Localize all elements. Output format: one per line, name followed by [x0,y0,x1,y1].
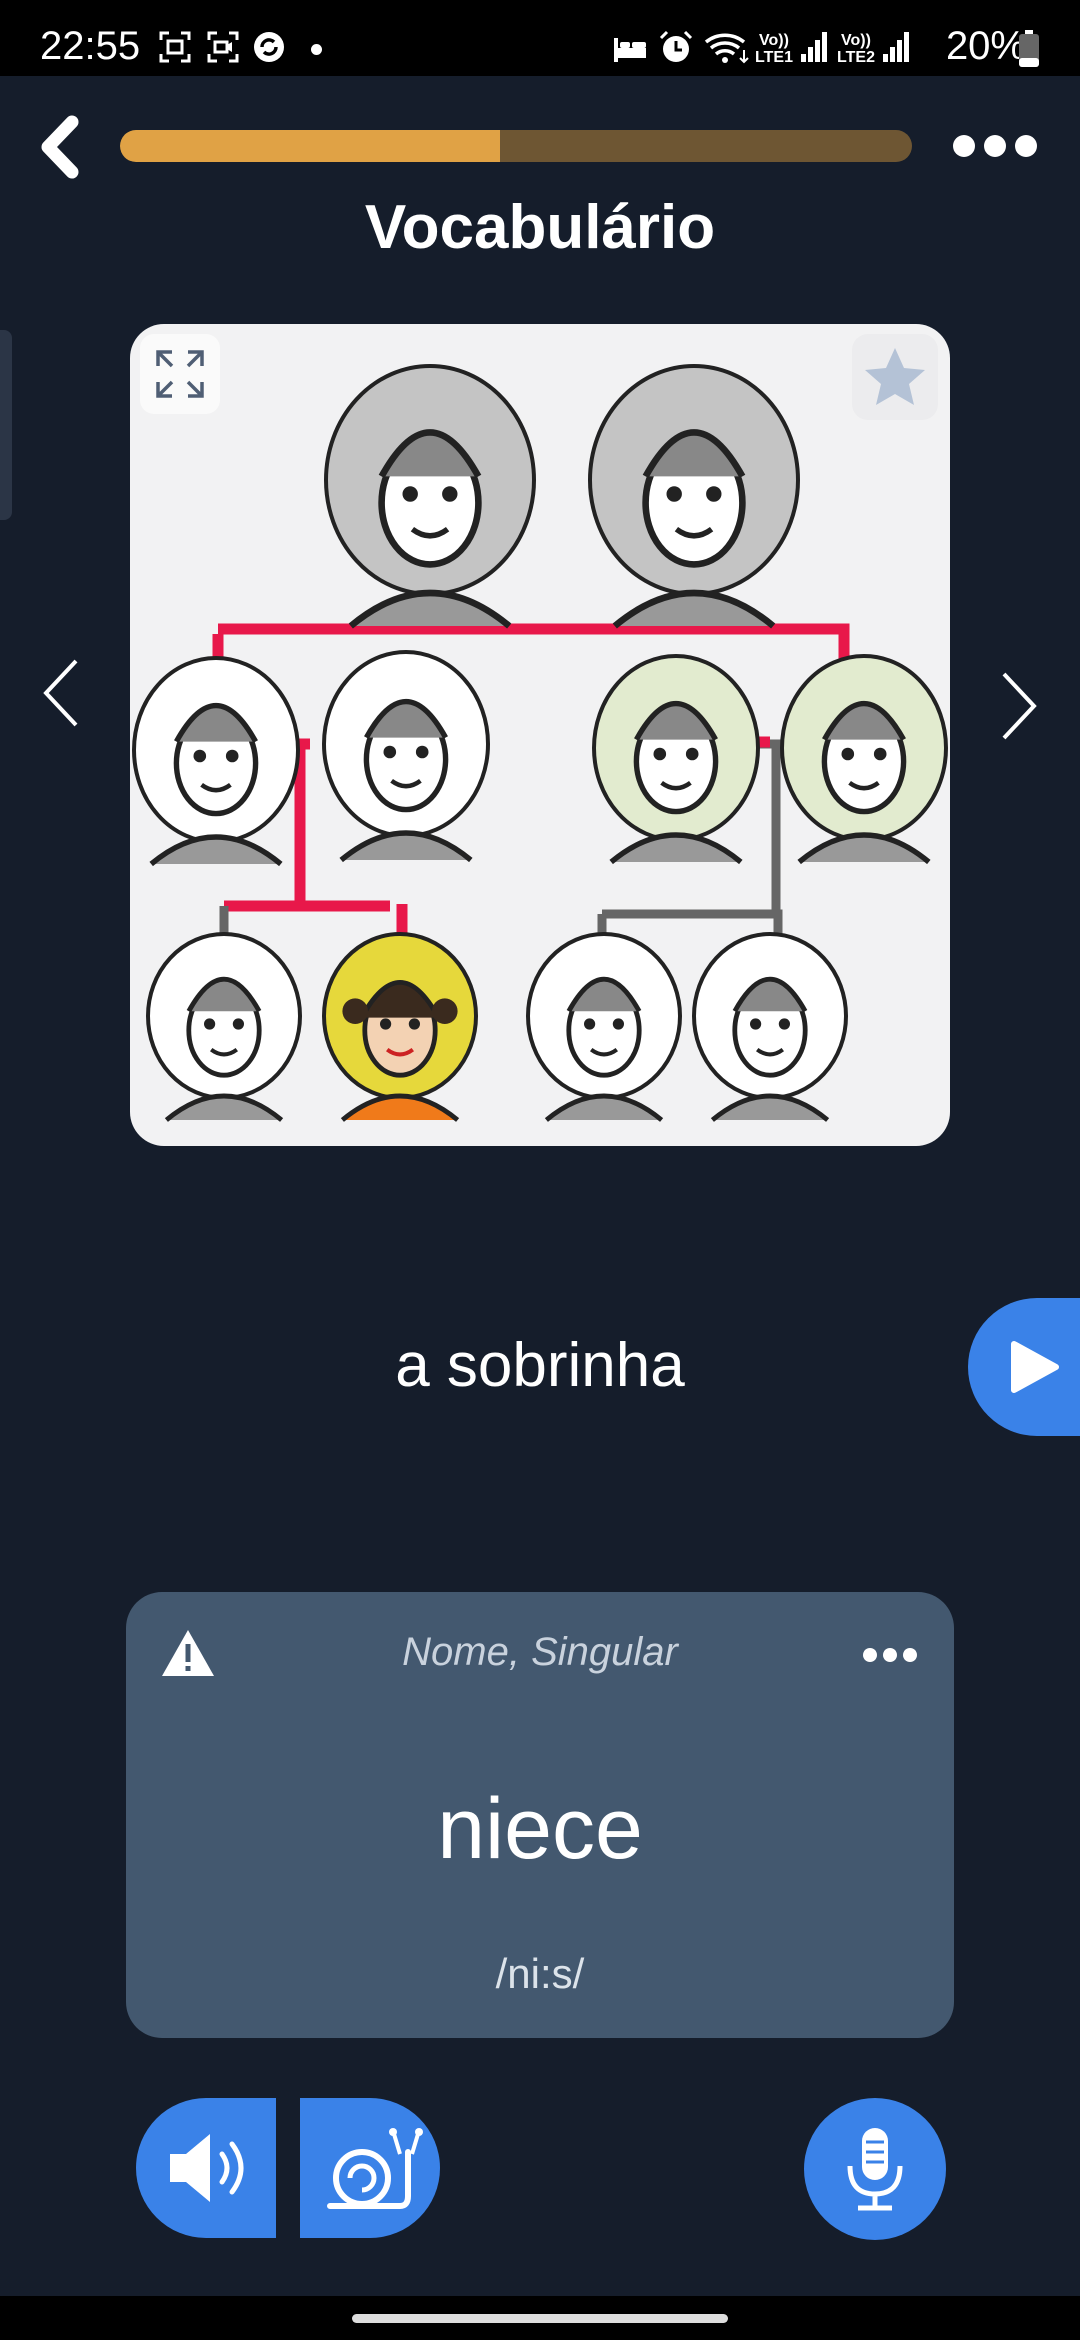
microphone-button[interactable] [804,2098,946,2240]
expand-image-button[interactable] [140,334,220,414]
previous-arrow-icon[interactable] [40,655,84,731]
sync-app-icon [254,32,284,62]
word-class-label: Nome, Singular [402,1630,678,1674]
uncle-portrait [322,650,490,860]
nephew-portrait [146,932,302,1120]
vocabulary-word: a sobrinha [395,1331,685,1400]
sim2-label: Vo)) LTE2 [837,32,875,66]
play-button[interactable] [968,1298,1080,1436]
play-icon [1011,1341,1059,1393]
status-clock: 22:55 [40,24,141,68]
screenshot-icon [159,31,191,63]
snail-icon [327,2128,423,2209]
wifi-icon [704,33,749,64]
dot-icon [311,44,322,55]
vocabulary-image-card [130,324,950,1146]
page-title: Vocabulário [364,193,716,262]
cousin-boy-portrait [692,932,848,1120]
pronunciation-text: /ni:s/ [495,1950,585,1997]
translation-text: niece [437,1781,643,1877]
grandmother-portrait [588,364,800,626]
expand-icon [156,350,204,398]
niece-portrait-highlighted [322,932,478,1122]
speaker-icon [170,2134,244,2202]
sim1-label: Vo)) LTE1 [755,32,793,66]
microphone-icon [847,2128,903,2211]
father-portrait [592,654,760,862]
signal-icon [883,32,909,62]
home-indicator[interactable] [352,2314,728,2323]
lesson-progress-fill [120,130,501,162]
star-icon [865,348,925,405]
play-audio-button[interactable] [136,2098,276,2238]
aunt-portrait [132,656,300,864]
cousin-girl-portrait [526,932,682,1120]
next-arrow-icon[interactable] [996,668,1040,744]
grandfather-portrait [324,364,536,626]
sleep-mode-icon [614,38,646,62]
play-slow-audio-button[interactable] [300,2098,440,2238]
favorite-button[interactable] [852,334,938,420]
lesson-progress-bar [120,130,912,162]
mother-portrait [780,654,948,862]
battery-icon [1019,30,1039,67]
battery-percent: 20% [945,24,1026,68]
family-tree-illustration [132,364,948,1146]
signal-icon [801,32,827,62]
more-options-icon[interactable] [950,130,1040,162]
alarm-icon [659,30,693,62]
edge-panel-handle[interactable] [0,330,12,520]
card-more-options-icon[interactable] [862,1645,918,1665]
screen-record-icon [207,31,239,63]
back-chevron-icon[interactable] [32,112,92,182]
